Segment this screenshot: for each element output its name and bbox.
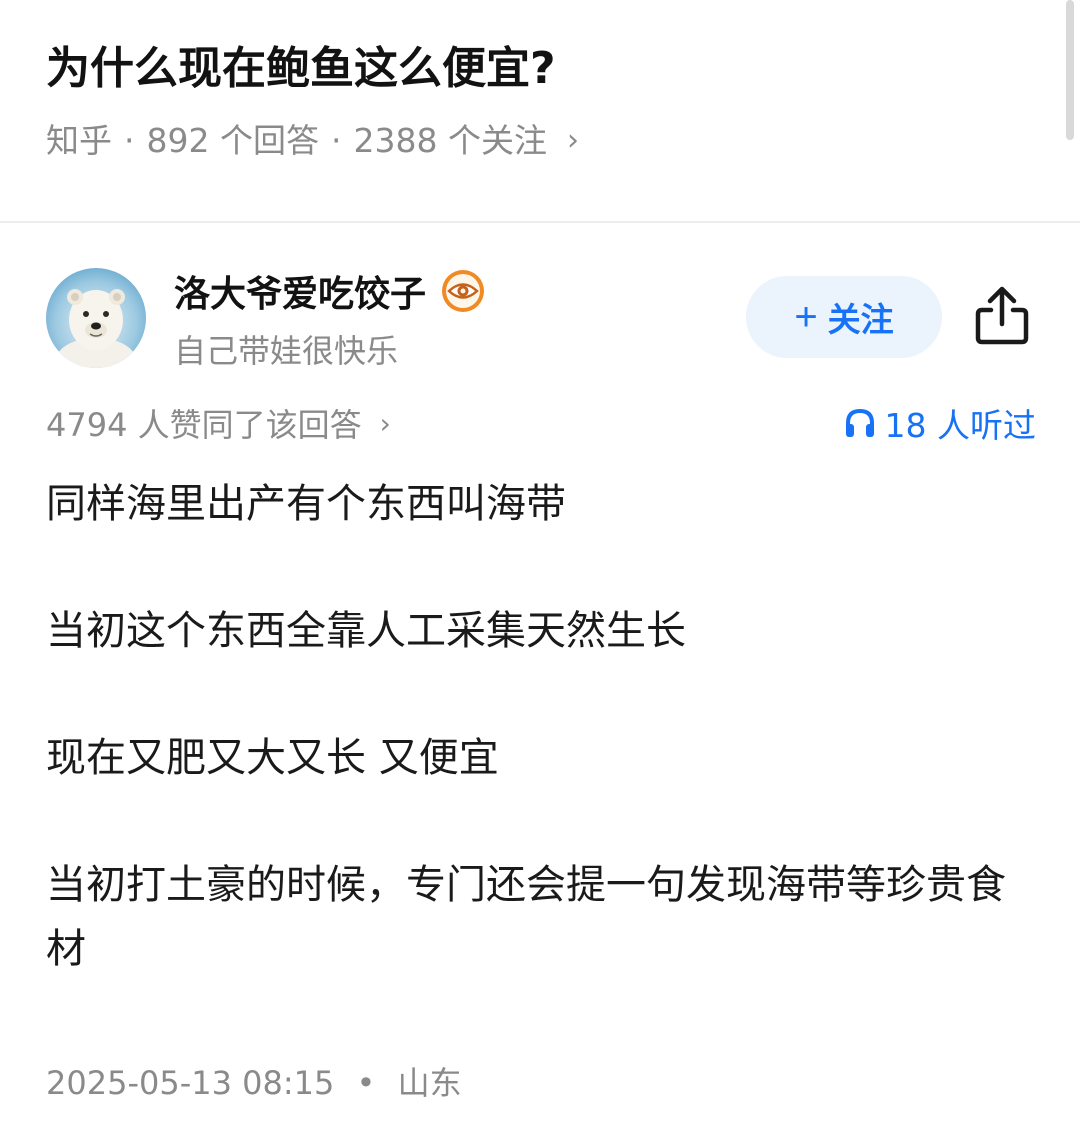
follow-label: 关注	[827, 301, 894, 338]
answer-paragraph: 当初这个东西全靠人工采集天然生长	[46, 608, 686, 654]
answer-paragraph: 同样海里出产有个东西叫海带	[46, 481, 566, 527]
meta-separator: ·	[124, 121, 135, 160]
chevron-right-icon: ›	[566, 123, 579, 158]
author-row: 洛大爷爱吃饺子 自己带娃很快乐 + 关注	[46, 265, 1036, 370]
share-icon[interactable]	[972, 284, 1032, 348]
polar-bear-avatar-icon	[56, 289, 136, 368]
follow-button[interactable]: + 关注	[746, 276, 942, 358]
headphone-icon	[845, 408, 874, 437]
answer-paragraph: 现在又肥又大又长 又便宜	[46, 735, 499, 781]
post-date: 2025-05-13 08:15	[46, 1064, 335, 1102]
author-name[interactable]: 洛大爷爱吃饺子	[174, 265, 426, 317]
vote-count: 4794 人赞同了该回答	[46, 406, 362, 444]
plus-icon: +	[794, 294, 818, 339]
source-label: 知乎	[46, 121, 112, 160]
meta-separator: ·	[330, 121, 342, 160]
listened-label: 18 人听过	[884, 406, 1036, 445]
author-bio: 自己带娃很快乐	[174, 332, 399, 370]
section-divider	[0, 221, 1080, 223]
listened-count[interactable]: 18 人听过	[843, 398, 1036, 448]
post-location: 山东	[397, 1064, 462, 1102]
chevron-right-icon: ›	[379, 406, 391, 440]
follower-count: 2388 个关注	[353, 121, 547, 160]
answer-paragraph: 当初打土豪的时候，专门还会提一句发现海带等珍贵食材	[46, 862, 1006, 972]
stats-row: 4794 人赞同了该回答 › 18 人听过	[46, 398, 1036, 448]
vote-summary[interactable]: 4794 人赞同了该回答 ›	[46, 398, 391, 448]
question-header: 为什么现在鲍鱼这么便宜? 知乎 · 892 个回答 · 2388 个关注 ›	[46, 36, 1036, 166]
answer-content: 同样海里出产有个东西叫海带 当初这个东西全靠人工采集天然生长 现在又肥又大又长 …	[46, 472, 1036, 981]
eye-badge-icon[interactable]	[440, 268, 486, 314]
scrollbar[interactable]	[1066, 0, 1074, 140]
footer-separator: •	[356, 1064, 376, 1102]
answer-footer: 2025-05-13 08:15 • 山东	[46, 1058, 462, 1108]
question-meta[interactable]: 知乎 · 892 个回答 · 2388 个关注 ›	[46, 116, 1036, 166]
question-title[interactable]: 为什么现在鲍鱼这么便宜?	[46, 36, 1036, 102]
answer-count: 892 个回答	[146, 121, 319, 160]
avatar[interactable]	[46, 268, 146, 368]
author-name-row: 洛大爷爱吃饺子	[174, 265, 486, 317]
